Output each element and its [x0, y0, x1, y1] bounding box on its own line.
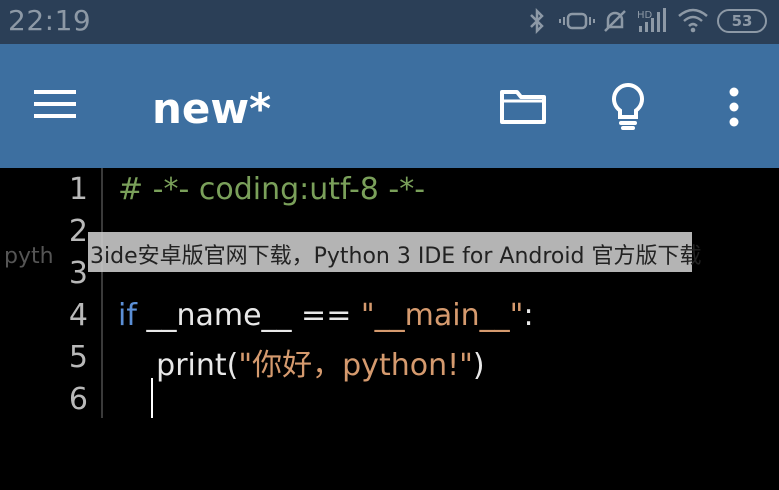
folder-icon[interactable]: [499, 87, 547, 125]
code-editor[interactable]: 1 2 3 4 5 6 # -*- coding:utf-8 -*- if __…: [0, 168, 779, 490]
line-number: 4: [68, 298, 88, 333]
wifi-icon: [678, 8, 708, 33]
overlay-left-fragment: pyth: [4, 244, 54, 269]
code-line-4: if __name__ == "__main__":: [118, 298, 534, 333]
vibrate-icon: [559, 12, 595, 30]
menu-icon[interactable]: [34, 87, 78, 121]
code-line-5: print("你好，python!"): [118, 340, 485, 384]
file-title: new*: [152, 84, 272, 133]
bluetooth-icon: [530, 7, 544, 35]
text-cursor: [151, 378, 153, 418]
lightbulb-icon[interactable]: [609, 82, 647, 132]
svg-text:HD: HD: [637, 10, 653, 21]
app-bar: new*: [0, 44, 779, 168]
string-literal: "你好，python!": [238, 348, 473, 383]
code-text: __name__ ==: [136, 298, 361, 333]
line-number: 1: [68, 172, 88, 207]
mute-icon: [604, 10, 626, 32]
keyword-if: if: [118, 298, 137, 333]
line-number: 5: [68, 340, 88, 375]
gutter-divider: [101, 168, 103, 418]
more-vert-icon[interactable]: [724, 87, 744, 127]
status-bar: 22:19 HD 53: [0, 0, 779, 44]
overlay-caption: pyth 3ide安卓版官网下载，Python 3 IDE for Android…: [0, 238, 779, 270]
code-line-1: # -*- coding:utf-8 -*-: [118, 172, 426, 207]
code-text: :: [523, 298, 534, 333]
string-literal: "__main__": [360, 298, 524, 333]
status-time: 22:19: [8, 4, 92, 37]
hd-signal-icon: HD: [637, 8, 666, 32]
line-number: 6: [68, 382, 88, 417]
battery-icon: 53: [717, 9, 767, 33]
code-text: ): [472, 348, 485, 383]
overlay-text: 3ide安卓版官网下载，Python 3 IDE for Android 官方版…: [90, 244, 702, 269]
code-text: print(: [118, 348, 239, 383]
battery-level: 53: [731, 12, 753, 30]
